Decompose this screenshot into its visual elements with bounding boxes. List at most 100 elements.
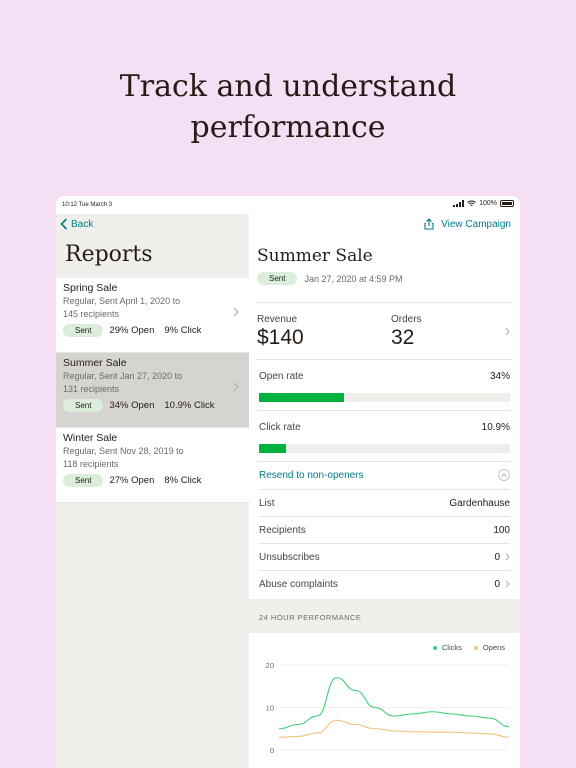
open-label: Open (131, 325, 155, 336)
share-icon (424, 218, 434, 230)
report-meta: Regular, Sent Nov 28, 2019 to (63, 446, 184, 456)
status-badge: Sent (63, 474, 104, 487)
status-bar: 10:12 Tue March 3 100% (56, 196, 520, 214)
divider (257, 302, 511, 303)
click-value: 10.9% (164, 400, 192, 411)
divider (257, 410, 511, 411)
report-stats: Sent 29% Open 9% Click (63, 324, 242, 337)
view-campaign-label: View Campaign (441, 218, 511, 230)
battery-icon (500, 200, 514, 207)
detail-value-text: 100 (493, 524, 510, 536)
series-line-opens (278, 719, 510, 738)
click-rate-bar (259, 444, 510, 453)
open-rate-bar (259, 393, 510, 402)
detail-value: 100 (493, 525, 510, 536)
y-tick-label: 20 (266, 661, 274, 670)
click-label: Click (180, 325, 202, 336)
orders-value: 32 (391, 326, 415, 349)
performance-section: 24 HOUR PERFORMANCE Clicks Opens 0 10 20 (249, 599, 520, 768)
click-rate-bar-fill (259, 444, 287, 453)
legend-label-clicks: Clicks (441, 643, 462, 652)
open-rate-label: Open rate (259, 371, 304, 382)
open-rate-bar-fill (259, 393, 345, 402)
click-label: Click (193, 400, 215, 411)
detail-value-text: 0 (494, 578, 500, 590)
open-value: 34% (109, 400, 129, 411)
detail-key: List (259, 497, 275, 509)
open-stat: 29% Open (109, 325, 154, 336)
click-stat: 8% Click (164, 475, 201, 486)
legend-item-opens: Opens (473, 643, 505, 652)
status-time: 10:12 Tue March 3 (62, 202, 113, 208)
legend-item-clicks: Clicks (432, 643, 462, 652)
report-stats: Sent 27% Open 8% Click (63, 474, 242, 487)
report-item-summer-sale[interactable]: Summer Sale Regular, Sent Jan 27, 2020 t… (56, 353, 249, 428)
signal-icon (453, 200, 465, 207)
resend-label: Resend to non-openers (259, 469, 364, 481)
chevron-right-icon (505, 327, 510, 336)
revenue-value: $140 (257, 326, 304, 349)
battery-percent: 100% (479, 200, 497, 207)
report-item-spring-sale[interactable]: Spring Sale Regular, Sent April 1, 2020 … (56, 278, 249, 353)
open-stat: 34% Open (109, 400, 154, 411)
legend-dot-opens (473, 645, 478, 650)
status-badge: Sent (257, 272, 298, 285)
chevron-right-icon (233, 382, 239, 392)
click-label: Click (180, 475, 202, 486)
campaign-subtitle: Sent Jan 27, 2020 at 4:59 PM (257, 272, 403, 285)
headline-line-1: Track and understand (119, 69, 457, 104)
sent-date: Jan 27, 2020 at 4:59 PM (304, 273, 403, 284)
back-button[interactable]: Back (60, 218, 93, 230)
performance-line-chart: 0 10 20 (266, 661, 510, 755)
y-tick-label: 10 (266, 704, 274, 713)
report-recipients: 118 recipients (63, 458, 119, 469)
performance-title: 24 HOUR PERFORMANCE (259, 613, 362, 622)
click-rate-label: Click rate (259, 422, 301, 433)
headline-line-2: performance (190, 110, 386, 145)
divider (257, 461, 511, 462)
detail-row-list: List Gardenhause (259, 489, 510, 516)
click-value: 9% (164, 325, 179, 336)
open-value: 29% (109, 325, 129, 336)
legend-label-opens: Opens (482, 643, 505, 652)
detail-value: 0 (494, 579, 510, 590)
detail-value-text: Gardenhause (449, 497, 510, 509)
status-badge: Sent (63, 324, 104, 337)
orders-label: Orders (391, 314, 422, 325)
click-stat: 9% Click (164, 325, 201, 336)
revenue-label: Revenue (257, 314, 298, 325)
report-stats: Sent 34% Open 10.9% Click (63, 399, 242, 412)
report-list: Spring Sale Regular, Sent April 1, 2020 … (56, 278, 249, 503)
chevron-right-icon (233, 307, 239, 317)
open-rate-value: 34% (489, 371, 510, 382)
detail-key: Recipients (259, 524, 306, 536)
detail-key: Abuse complaints (259, 578, 338, 590)
resend-to-non-openers-button[interactable]: Resend to non-openers (259, 464, 510, 486)
detail-value: Gardenhause (449, 498, 510, 509)
reports-title: Reports (65, 242, 153, 267)
open-label: Open (131, 400, 155, 411)
report-name: Winter Sale (63, 432, 118, 444)
status-badge: Sent (63, 399, 104, 412)
detail-key: Unsubscribes (259, 551, 320, 563)
detail-row-abuse-complaints[interactable]: Abuse complaints 0 (259, 570, 510, 597)
click-value: 8% (164, 475, 179, 486)
campaign-detail-pane: View Campaign Summer Sale Sent Jan 27, 2… (249, 214, 520, 768)
series-line-clicks (278, 677, 510, 730)
chart-legend: Clicks Opens (432, 643, 505, 652)
view-campaign-button[interactable]: View Campaign (424, 218, 511, 230)
open-value: 27% (109, 475, 129, 486)
back-label: Back (71, 218, 94, 230)
detail-row-unsubscribes[interactable]: Unsubscribes 0 (259, 543, 510, 570)
page-headline: Track and understand performance (0, 66, 576, 148)
report-item-winter-sale[interactable]: Winter Sale Regular, Sent Nov 28, 2019 t… (56, 428, 249, 503)
open-label: Open (131, 475, 155, 486)
chevron-up-icon[interactable] (498, 469, 510, 481)
chevron-right-icon (505, 580, 510, 588)
report-recipients: 131 recipients (63, 383, 120, 394)
report-meta: Regular, Sent April 1, 2020 to (63, 296, 181, 306)
legend-dot-clicks (432, 645, 437, 650)
status-indicators: 100% (453, 200, 514, 207)
report-name: Spring Sale (63, 282, 118, 294)
tablet-screen: 10:12 Tue March 3 100% Back Reports Spri… (56, 196, 520, 768)
